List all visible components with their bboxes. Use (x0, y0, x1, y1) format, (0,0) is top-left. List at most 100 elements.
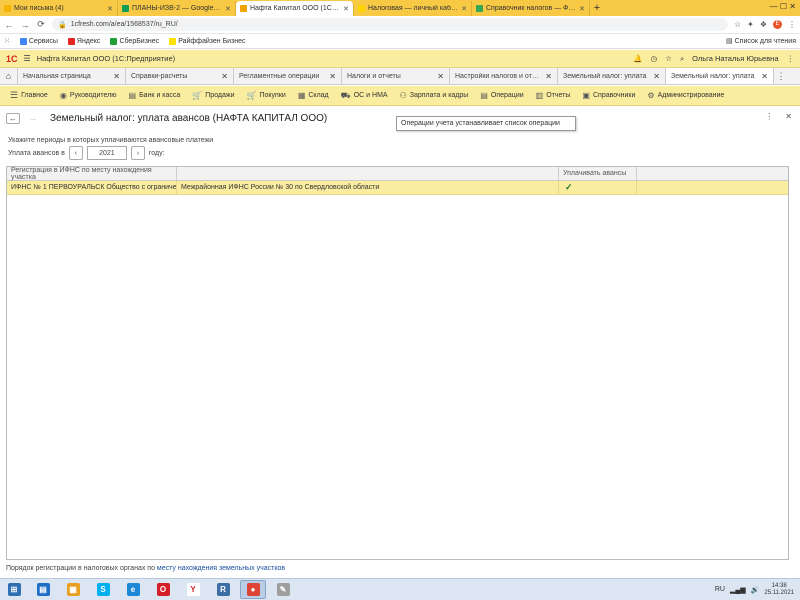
next-year-button[interactable]: › (130, 146, 145, 160)
taskbar-tools[interactable]: ✎ (270, 580, 296, 599)
star-icon[interactable]: ☆ (734, 20, 741, 29)
section-icon: ⚇ (399, 91, 407, 100)
bookmark-icon (169, 37, 177, 45)
taskbar-explorer[interactable]: ▤ (30, 580, 56, 599)
bookmark-item[interactable]: СберБизнес (110, 37, 159, 45)
more-tabs-icon[interactable]: ⋮ (774, 68, 788, 84)
doc-tab[interactable]: Начальная страница ✕ (18, 68, 126, 84)
taskbar-start[interactable]: ⊞ (2, 581, 26, 599)
doc-tab[interactable]: Земельный налог: уплата ✕ (666, 68, 774, 84)
close-icon[interactable]: ✕ (107, 5, 113, 13)
star-icon[interactable]: ☆ (665, 54, 672, 63)
tray-lang[interactable]: RU (715, 586, 725, 593)
bookmark-item[interactable]: Яндекс (67, 37, 100, 45)
section-item[interactable]: ⚇ Зарплата и кадры (394, 91, 475, 100)
history-icon[interactable]: ◷ (651, 54, 658, 63)
column-header-pay-advances[interactable]: Уплачивать авансы (559, 167, 637, 180)
taskbar-opera[interactable]: O (150, 580, 176, 599)
prev-year-button[interactable]: ‹ (68, 146, 83, 160)
doc-tab-label: Земельный налог: уплата (671, 72, 755, 80)
browser-tab[interactable]: Справочник налогов — ФНС ✕ (472, 1, 590, 16)
close-icon[interactable]: ✕ (225, 5, 231, 13)
apps-icon[interactable]: ⁙ (4, 37, 10, 45)
clock[interactable]: 14:38 25.11.2021 (764, 583, 794, 597)
volume-icon[interactable]: 🔊 (751, 586, 760, 594)
section-item[interactable]: 🛒 Покупки (241, 91, 292, 100)
home-icon[interactable]: ⌂ (0, 68, 18, 84)
doc-tab[interactable]: Настройки налогов и отчетов ✕ (450, 68, 558, 84)
hamburger-icon[interactable]: ☰ (24, 54, 31, 63)
close-icon[interactable]: ✕ (653, 72, 660, 81)
arrow-right-icon[interactable]: → (20, 20, 30, 30)
close-icon[interactable]: ✕ (579, 5, 585, 13)
registration-link[interactable]: месту нахождения земельных участков (157, 565, 285, 572)
forward-button[interactable]: → (26, 112, 40, 124)
doc-tab[interactable]: Налоги и отчеты ✕ (342, 68, 450, 84)
section-item[interactable]: 🛒 Продажи (186, 91, 240, 100)
close-icon[interactable]: ✕ (221, 72, 228, 81)
close-icon[interactable]: ✕ (461, 5, 467, 13)
doc-tab[interactable]: Регламентные операции ✕ (234, 68, 342, 84)
taskbar-remote[interactable]: R (210, 580, 236, 599)
window-controls[interactable]: — ☐ ✕ (770, 2, 796, 11)
reading-list[interactable]: ▤ Список для чтения (726, 37, 796, 46)
close-icon[interactable]: ✕ (545, 72, 552, 81)
user-name[interactable]: Ольга Наталья Юрьевна (692, 54, 778, 63)
doc-tab-label: Земельный налог: уплата (563, 72, 647, 80)
cell-organization[interactable]: ИФНС № 1 ПЕРВОУРАЛЬСК Общество с огранич… (7, 181, 177, 194)
extension-icon[interactable]: ✦ (747, 20, 754, 29)
taskbar-chrome[interactable]: ● (240, 580, 266, 599)
menu-icon[interactable]: ⋮ (788, 20, 796, 29)
browser-tab-label: Мои письма (4) (14, 5, 64, 12)
section-item[interactable]: ▣ Справочники (576, 91, 641, 100)
section-icon: ▥ (535, 91, 544, 100)
new-tab-button[interactable]: + (590, 1, 604, 16)
close-icon[interactable]: ✕ (329, 72, 336, 81)
section-item[interactable]: ▤ Операции (474, 91, 529, 100)
table-row[interactable]: ИФНС № 1 ПЕРВОУРАЛЬСК Общество с огранич… (7, 181, 788, 195)
doc-tab[interactable]: Справки-расчеты ✕ (126, 68, 234, 84)
url-field[interactable]: 🔒 1cfresh.com/a/ea/1568537/ru_RU/ (52, 18, 728, 31)
app-logo: 1С (6, 53, 18, 64)
section-item[interactable]: ▦ Склад (292, 91, 335, 100)
arrow-left-icon[interactable]: ← (4, 20, 14, 30)
browser-tab[interactable]: Мои письма (4) ✕ (0, 1, 118, 16)
close-icon[interactable]: ✕ (343, 5, 349, 13)
bookmark-item[interactable]: Райффайзен Бизнес (169, 37, 246, 45)
taskbar: ⊞ ▤ ▦ Se O Y R ● ✎ RU ▂▄▆ 🔊 14:38 25.11.2021 (0, 578, 800, 600)
menu-icon[interactable]: ⋮ (787, 54, 795, 63)
cell-ifns[interactable]: Межрайонная ИФНС России № 30 по Свердлов… (177, 181, 559, 194)
back-button[interactable]: ← (6, 112, 20, 124)
taskbar-skype[interactable]: S (90, 580, 116, 599)
bell-icon[interactable]: 🔔 (633, 54, 642, 63)
cell-pay-advances[interactable]: ✓ (559, 181, 637, 194)
section-item[interactable]: ▥ Отчеты (530, 91, 577, 100)
close-icon[interactable]: ✕ (761, 72, 768, 81)
close-icon[interactable]: ✕ (113, 72, 120, 81)
avatar[interactable]: Е (773, 20, 782, 29)
column-header-registration[interactable]: Регистрация в ИФНС по месту нахождения у… (7, 167, 177, 181)
reload-icon[interactable]: ⟳ (36, 19, 46, 30)
checkmark-icon[interactable]: ✓ (565, 182, 573, 193)
column-header-ifns[interactable] (177, 167, 559, 180)
close-icon[interactable]: ✕ (785, 112, 792, 121)
section-item[interactable]: ⛟ ОС и НМА (335, 91, 394, 101)
section-item[interactable]: ◉ Руководителю (54, 91, 123, 100)
doc-tab[interactable]: Земельный налог: уплата ✕ (558, 68, 666, 84)
browser-tab[interactable]: Нафта Капитал ООО (1С:Предприятие) ✕ (236, 1, 354, 16)
taskbar-yandex[interactable]: Y (180, 580, 206, 599)
taskbar-files[interactable]: ▦ (60, 580, 86, 599)
browser-tab[interactable]: ПЛАНЫ-ИЗВ-2 — Google Doc ✕ (118, 1, 236, 16)
puzzle-icon[interactable]: ❖ (760, 20, 767, 29)
section-item[interactable]: ☰ Главное (4, 90, 54, 101)
taskbar-ie[interactable]: e (120, 580, 146, 599)
close-icon[interactable]: ✕ (437, 72, 444, 81)
year-field[interactable]: 2021 (86, 146, 127, 160)
section-item[interactable]: ⚙ Администрирование (641, 91, 730, 100)
section-item[interactable]: ▤ Банк и касса (123, 91, 187, 100)
search-icon[interactable]: ⌕ (680, 54, 684, 64)
network-icon[interactable]: ▂▄▆ (730, 586, 746, 594)
browser-tab[interactable]: Налоговая — личный кабинет ✕ (354, 1, 472, 16)
bookmark-item[interactable]: Сервисы (19, 37, 58, 45)
more-icon[interactable]: ⋮ (765, 112, 773, 121)
